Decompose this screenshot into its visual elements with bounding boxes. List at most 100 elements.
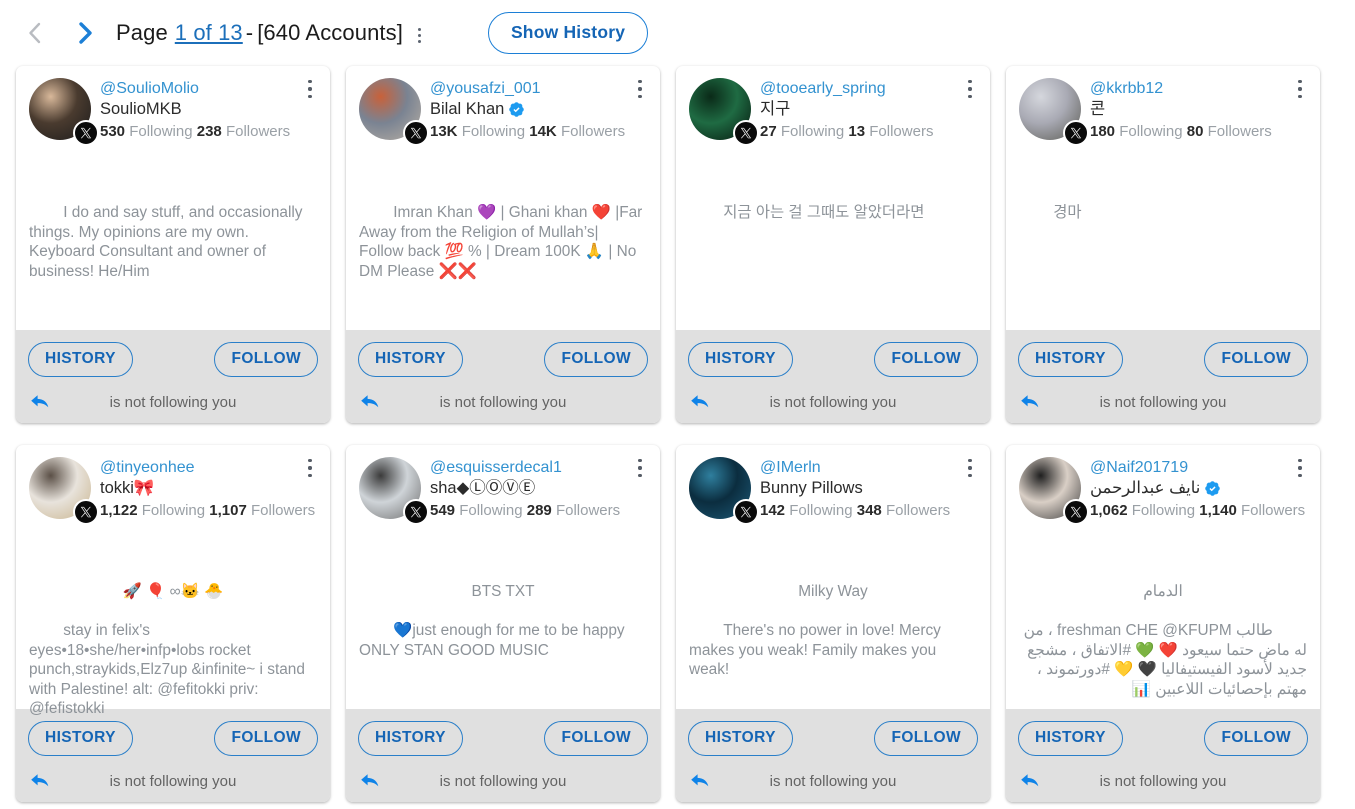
follow-button[interactable]: FOLLOW — [874, 342, 978, 377]
follow-counts: 13K Following 14K Followers — [430, 121, 647, 142]
header-kebab-menu-icon[interactable] — [409, 22, 431, 48]
history-button[interactable]: HISTORY — [688, 721, 793, 756]
account-card: @kkrbb12 콘 180 Following 80 Followers 경마 — [1006, 66, 1320, 423]
x-platform-icon — [1063, 499, 1089, 525]
status-row: is not following you — [1018, 391, 1308, 413]
follow-status: is not following you — [769, 772, 897, 790]
follow-button[interactable]: FOLLOW — [1204, 721, 1308, 756]
page-word: Page — [116, 20, 168, 45]
status-row: is not following you — [28, 391, 318, 413]
x-platform-icon — [403, 120, 429, 146]
x-platform-icon — [73, 120, 99, 146]
history-button[interactable]: HISTORY — [358, 342, 463, 377]
account-handle[interactable]: @SoulioMolio — [100, 79, 317, 98]
avatar[interactable] — [1019, 457, 1089, 525]
display-name-row: Bilal Khan — [430, 98, 647, 120]
followers-label: Followers — [1240, 502, 1306, 519]
avatar[interactable] — [689, 457, 759, 525]
history-button[interactable]: HISTORY — [1018, 342, 1123, 377]
card-actions: HISTORY FOLLOW — [688, 721, 978, 756]
display-name: 지구 — [760, 100, 791, 118]
followers-label: Followers — [225, 123, 291, 140]
card-footer: HISTORY FOLLOW is not following you — [16, 330, 330, 423]
card-kebab-menu-icon[interactable] — [962, 459, 978, 478]
card-kebab-menu-icon[interactable] — [632, 80, 648, 99]
account-bio: I do and say stuff, and occasionally thi… — [29, 164, 317, 301]
display-name: 콘 — [1090, 100, 1106, 118]
follow-button[interactable]: FOLLOW — [544, 342, 648, 377]
avatar[interactable] — [359, 457, 429, 525]
card-actions: HISTORY FOLLOW — [28, 342, 318, 377]
next-page-button[interactable] — [68, 16, 102, 50]
account-card: @SoulioMolio SoulioMKB 530 Following 238… — [16, 66, 330, 423]
status-row: is not following you — [688, 391, 978, 413]
history-button[interactable]: HISTORY — [28, 342, 133, 377]
account-card: @tinyeonhee tokki🎀 1,122 Following 1,107… — [16, 445, 330, 802]
bio-heading: 🚀 🎈 ∞🐱 🐣 — [122, 583, 224, 600]
follow-status: is not following you — [439, 393, 567, 411]
bio-text: 💙just enough for me to be happy ONLY STA… — [359, 622, 629, 659]
account-handle[interactable]: @tooearly_spring — [760, 79, 977, 98]
followers-count: 80 — [1186, 123, 1204, 140]
following-label: Following — [141, 502, 206, 519]
page-header: Page 1 of 13 - [640 Accounts] Show Histo… — [0, 0, 1355, 66]
account-bio: 지금 아는 걸 그때도 알았더라면 — [689, 164, 977, 242]
account-handle[interactable]: @Naif201719 — [1090, 458, 1307, 477]
card-kebab-menu-icon[interactable] — [302, 80, 318, 99]
follow-button[interactable]: FOLLOW — [1204, 342, 1308, 377]
followers-label: Followers — [1207, 123, 1272, 140]
identity-text: @kkrbb12 콘 180 Following 80 Followers — [1090, 78, 1307, 142]
previous-page-button[interactable] — [18, 16, 52, 50]
follow-counts: 530 Following 238 Followers — [100, 121, 317, 142]
avatar[interactable] — [1019, 78, 1089, 146]
avatar[interactable] — [29, 457, 99, 525]
follow-status: is not following you — [109, 393, 237, 411]
display-name-row: 콘 — [1090, 98, 1307, 120]
history-button[interactable]: HISTORY — [1018, 721, 1123, 756]
card-kebab-menu-icon[interactable] — [1292, 459, 1308, 478]
follow-counts: 142 Following 348 Followers — [760, 500, 977, 521]
follow-status: is not following you — [769, 393, 897, 411]
following-label: Following — [461, 123, 526, 140]
identity-row: @Naif201719 نايف عبدالرحمن 1,062 Followi… — [1019, 457, 1307, 525]
avatar[interactable] — [359, 78, 429, 146]
identity-row: @kkrbb12 콘 180 Following 80 Followers — [1019, 78, 1307, 146]
history-button[interactable]: HISTORY — [358, 721, 463, 756]
display-name-row: tokki🎀 — [100, 477, 317, 499]
status-row: is not following you — [28, 770, 318, 792]
show-history-button[interactable]: Show History — [487, 12, 649, 54]
x-platform-icon — [73, 499, 99, 525]
account-handle[interactable]: @yousafzi_001 — [430, 79, 647, 98]
followers-count: 13 — [848, 123, 866, 140]
card-kebab-menu-icon[interactable] — [302, 459, 318, 478]
card-kebab-menu-icon[interactable] — [962, 80, 978, 99]
card-kebab-menu-icon[interactable] — [632, 459, 648, 478]
identity-text: @SoulioMolio SoulioMKB 530 Following 238… — [100, 78, 317, 142]
avatar[interactable] — [29, 78, 99, 146]
display-name: Bilal Khan — [430, 100, 505, 118]
card-actions: HISTORY FOLLOW — [1018, 721, 1308, 756]
following-label: Following — [789, 502, 853, 519]
following-count: 180 — [1090, 123, 1116, 140]
follow-button[interactable]: FOLLOW — [874, 721, 978, 756]
account-handle[interactable]: @kkrbb12 — [1090, 79, 1307, 98]
card-body: @tooearly_spring 지구 27 Following 13 Foll… — [676, 66, 990, 330]
card-kebab-menu-icon[interactable] — [1292, 80, 1308, 99]
follow-button[interactable]: FOLLOW — [544, 721, 648, 756]
card-body: @Naif201719 نايف عبدالرحمن 1,062 Followi… — [1006, 445, 1320, 709]
account-handle[interactable]: @IMerln — [760, 458, 977, 477]
follow-button[interactable]: FOLLOW — [214, 342, 318, 377]
account-handle[interactable]: @tinyeonhee — [100, 458, 317, 477]
avatar[interactable] — [689, 78, 759, 146]
follow-status: is not following you — [109, 772, 237, 790]
page-number-link[interactable]: 1 of 13 — [175, 20, 243, 46]
history-button[interactable]: HISTORY — [688, 342, 793, 377]
display-name: نايف عبدالرحمن — [1090, 479, 1201, 497]
x-platform-icon — [733, 499, 759, 525]
following-count: 1,062 — [1090, 502, 1128, 519]
account-handle[interactable]: @esquisserdecal1 — [430, 458, 647, 477]
account-card: @esquisserdecal1 sha◆ⓁⓄⓋⒺ 549 Following … — [346, 445, 660, 802]
account-bio: 경마 — [1019, 164, 1307, 242]
card-actions: HISTORY FOLLOW — [688, 342, 978, 377]
status-row: is not following you — [1018, 770, 1308, 792]
